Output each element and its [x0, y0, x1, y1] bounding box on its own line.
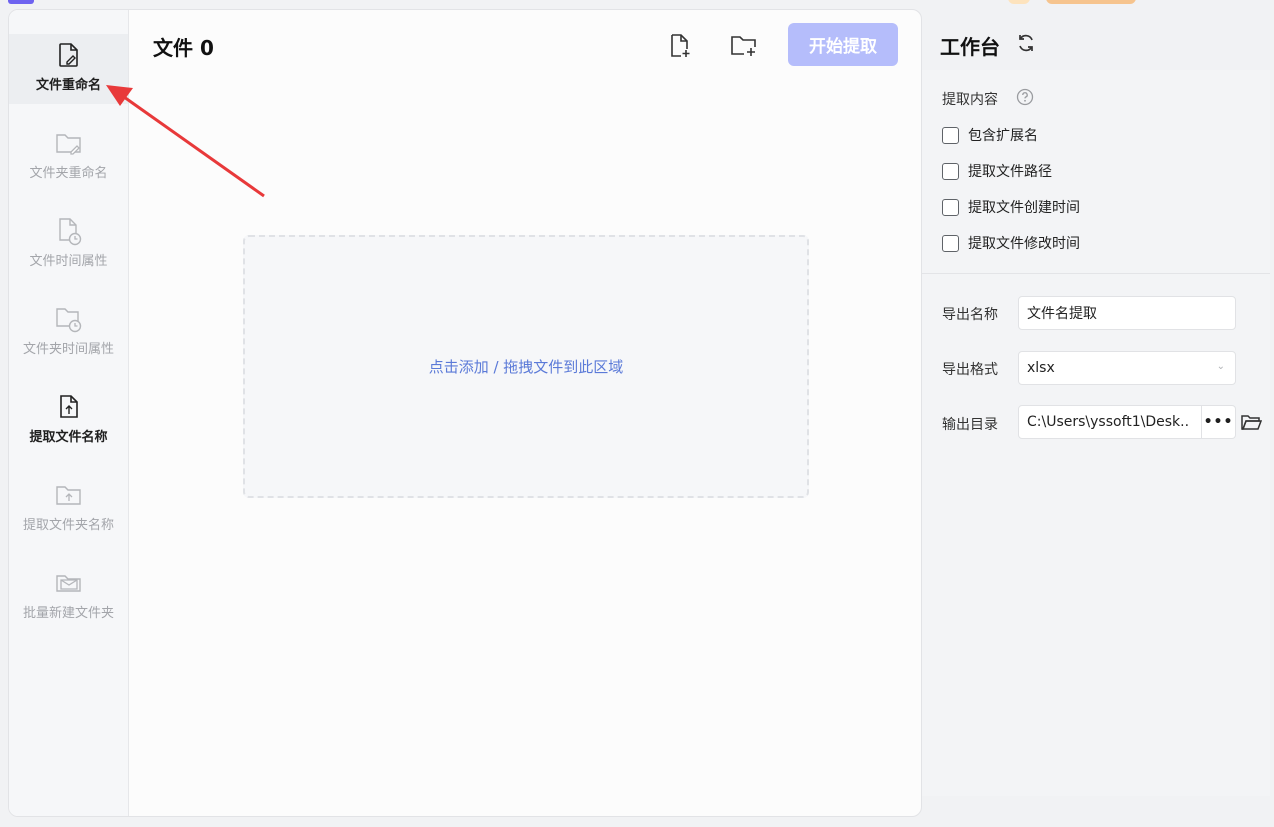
user-avatar[interactable]	[1008, 0, 1030, 4]
file-clock-icon	[54, 216, 84, 246]
chevron-down-icon: ⌄	[1216, 361, 1225, 372]
output-dir-value: C:\Users\yssoft1\Desk..	[1027, 414, 1190, 430]
sidebar-item-label: 文件夹时间属性	[22, 342, 114, 357]
sidebar-item-label: 文件时间属性	[29, 254, 108, 269]
checkbox[interactable]	[942, 234, 959, 252]
sidebar-item-label: 文件夹重命名	[29, 166, 108, 181]
add-file-icon[interactable]	[666, 32, 694, 60]
checkbox-label: 包含扩展名	[968, 128, 1038, 144]
sidebar-item-extract-folder-name[interactable]: 提取文件夹名称	[9, 474, 128, 544]
export-name-field[interactable]	[1018, 296, 1236, 330]
sidebar-item-label: 提取文件名称	[29, 430, 108, 445]
checkbox-label: 提取文件修改时间	[968, 236, 1080, 252]
output-dir-field[interactable]: C:\Users\yssoft1\Desk..	[1018, 405, 1202, 439]
export-name-label: 导出名称	[942, 307, 998, 323]
workbench-panel: 提取内容 包含扩展名 提取文件路径 提取文件创建时间 提取文件修改时间 导出名称…	[922, 70, 1270, 796]
file-upload-icon	[54, 392, 84, 422]
sidebar-item-label: 文件重命名	[35, 78, 101, 93]
checkbox[interactable]	[942, 126, 959, 144]
dropzone-text: 点击添加 / 拖拽文件到此区域	[428, 358, 624, 376]
sidebar-item-batch-new-folder[interactable]: 批量新建文件夹	[9, 562, 128, 632]
export-format-select[interactable]: xlsx ⌄	[1018, 351, 1236, 385]
open-folder-icon[interactable]	[1240, 412, 1262, 432]
file-dropzone[interactable]: 点击添加 / 拖拽文件到此区域	[243, 235, 809, 498]
page-title: 文件 0	[153, 36, 214, 60]
top-strip	[0, 0, 1274, 9]
folder-clock-icon	[54, 304, 84, 334]
main-panel: 文件重命名 文件夹重命名 文件时间属性 文件夹时间属性 提取文件名称 提取文件夹…	[8, 9, 922, 817]
sidebar: 文件重命名 文件夹重命名 文件时间属性 文件夹时间属性 提取文件名称 提取文件夹…	[9, 10, 129, 816]
checkbox-extract-path[interactable]: 提取文件路径	[942, 161, 1052, 181]
sidebar-item-label: 批量新建文件夹	[22, 606, 114, 621]
folder-upload-icon	[54, 480, 84, 510]
sidebar-item-extract-file-name[interactable]: 提取文件名称	[9, 386, 128, 456]
extract-content-label: 提取内容	[942, 92, 998, 108]
sidebar-item-label: 提取文件夹名称	[22, 518, 114, 533]
app-logo	[8, 0, 34, 4]
start-extract-button[interactable]: 开始提取	[788, 23, 898, 66]
browse-more-button[interactable]: •••	[1202, 405, 1236, 439]
vip-badge[interactable]	[1046, 0, 1136, 4]
folder-edit-icon	[54, 128, 84, 158]
add-folder-icon[interactable]	[728, 32, 760, 60]
export-format-value: xlsx	[1027, 360, 1055, 376]
checkbox[interactable]	[942, 198, 959, 216]
help-icon[interactable]	[1016, 88, 1034, 106]
checkbox-include-extension[interactable]: 包含扩展名	[942, 125, 1038, 145]
checkbox-label: 提取文件创建时间	[968, 200, 1080, 216]
export-name-input[interactable]	[1027, 305, 1227, 321]
checkbox-label: 提取文件路径	[968, 164, 1052, 180]
sidebar-item-file-time[interactable]: 文件时间属性	[9, 210, 128, 280]
checkbox-extract-modified-time[interactable]: 提取文件修改时间	[942, 233, 1080, 253]
file-edit-icon	[54, 40, 84, 70]
folder-mail-icon	[54, 568, 84, 598]
sidebar-item-folder-rename[interactable]: 文件夹重命名	[9, 122, 128, 192]
sidebar-item-folder-time[interactable]: 文件夹时间属性	[9, 298, 128, 368]
bottom-strip	[922, 796, 1274, 827]
checkbox-extract-created-time[interactable]: 提取文件创建时间	[942, 197, 1080, 217]
refresh-icon[interactable]	[1014, 31, 1038, 55]
workbench-title: 工作台	[940, 35, 1000, 59]
output-dir-label: 输出目录	[942, 417, 998, 433]
divider	[922, 273, 1270, 274]
checkbox[interactable]	[942, 162, 959, 180]
export-format-label: 导出格式	[942, 362, 998, 378]
sidebar-item-file-rename[interactable]: 文件重命名	[9, 34, 128, 104]
